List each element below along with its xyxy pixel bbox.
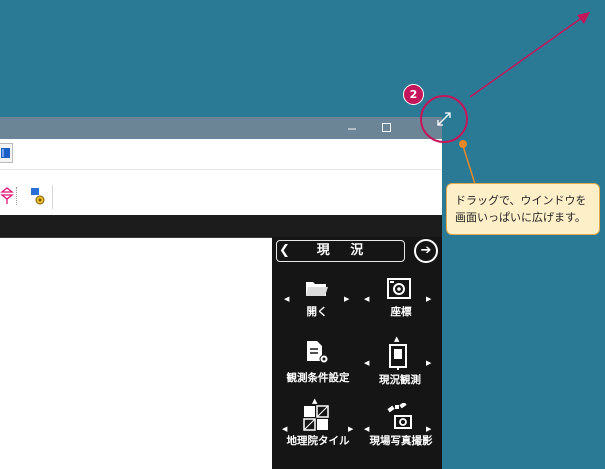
document-settings-icon [307,341,329,364]
arrow-right-icon: ▶ [426,295,432,303]
callout-text: ドラッグで、ウインドウを画面いっぱいに広げます。 [455,194,587,224]
open-button[interactable]: ◀ ▶ 開く [280,275,360,321]
site-photo-button[interactable]: ◀ ▶ 現場写真撮影 [360,397,442,469]
instruction-callout: ドラッグで、ウインドウを画面いっぱいに広げます。 [446,183,600,235]
side-command-panel: ❮ 現 況 ➔ ◀ ▶ 開く ◀ ▶ 座標 観測条件設定 ◀ ▶ ▲ 現況観測 … [272,237,442,469]
arrow-left-icon: ◀ [364,359,370,367]
arrow-right-icon: ▶ [344,295,350,303]
drawing-canvas[interactable] [0,237,272,469]
map-tile-icon [303,405,329,431]
gsi-tile-button[interactable]: ▲ ◀ ▶ 地理院タイル [276,397,362,469]
resize-handle[interactable] [420,95,468,143]
open-label: 開く [306,306,328,318]
coordinates-button[interactable]: ◀ ▶ 座標 [360,275,440,321]
observation-settings-button[interactable]: 観測条件設定 [276,337,362,387]
chevron-left-icon[interactable]: ❮ [279,241,290,261]
toolbar-divider [52,185,53,209]
application-window: ❮ 現 況 ➔ ◀ ▶ 開く ◀ ▶ 座標 観測条件設定 ◀ ▶ ▲ 現況観測 … [0,117,442,469]
toolbar-bottom [0,183,442,215]
diagonal-resize-icon [437,112,451,126]
settings-tool-icon[interactable] [28,185,48,207]
gsi-tile-label: 地理院タイル [286,435,350,447]
total-station-icon [389,344,407,370]
book-button[interactable] [0,143,13,163]
shape-tool-icon[interactable] [0,185,14,207]
arrow-right-icon: ▶ [348,425,354,433]
site-observation-button[interactable]: ◀ ▶ ▲ 現況観測 [360,335,442,387]
arrow-left-icon: ◀ [282,425,288,433]
panel-title: 現 況 [316,243,372,258]
arrow-left-icon: ◀ [284,295,290,303]
step-number-badge: 2 [403,84,424,105]
camera-icon [387,278,411,299]
arrow-up-icon: ▲ [312,397,318,405]
panel-header[interactable]: ❮ 現 況 [276,240,405,262]
arrow-right-circle-icon[interactable]: ➔ [414,239,438,263]
site-photo-label: 現場写真撮影 [369,435,433,447]
observation-settings-label: 観測条件設定 [286,372,350,384]
satellite-camera-icon [387,403,412,429]
arrow-left-icon: ◀ [364,295,370,303]
toolbar-top [0,139,442,170]
arrow-right-icon: ▶ [426,425,432,433]
site-observation-label: 現況観測 [379,374,421,386]
folder-icon [306,282,328,296]
coordinates-label: 座標 [390,306,412,318]
status-strip [0,215,442,237]
title-bar[interactable] [0,117,442,139]
arrow-up-icon: ▲ [394,335,400,343]
callout-connector [459,140,476,185]
toolbar-separator [16,187,18,205]
arrow-left-icon: ◀ [364,425,370,433]
arrow-right-icon: ▶ [426,359,432,367]
